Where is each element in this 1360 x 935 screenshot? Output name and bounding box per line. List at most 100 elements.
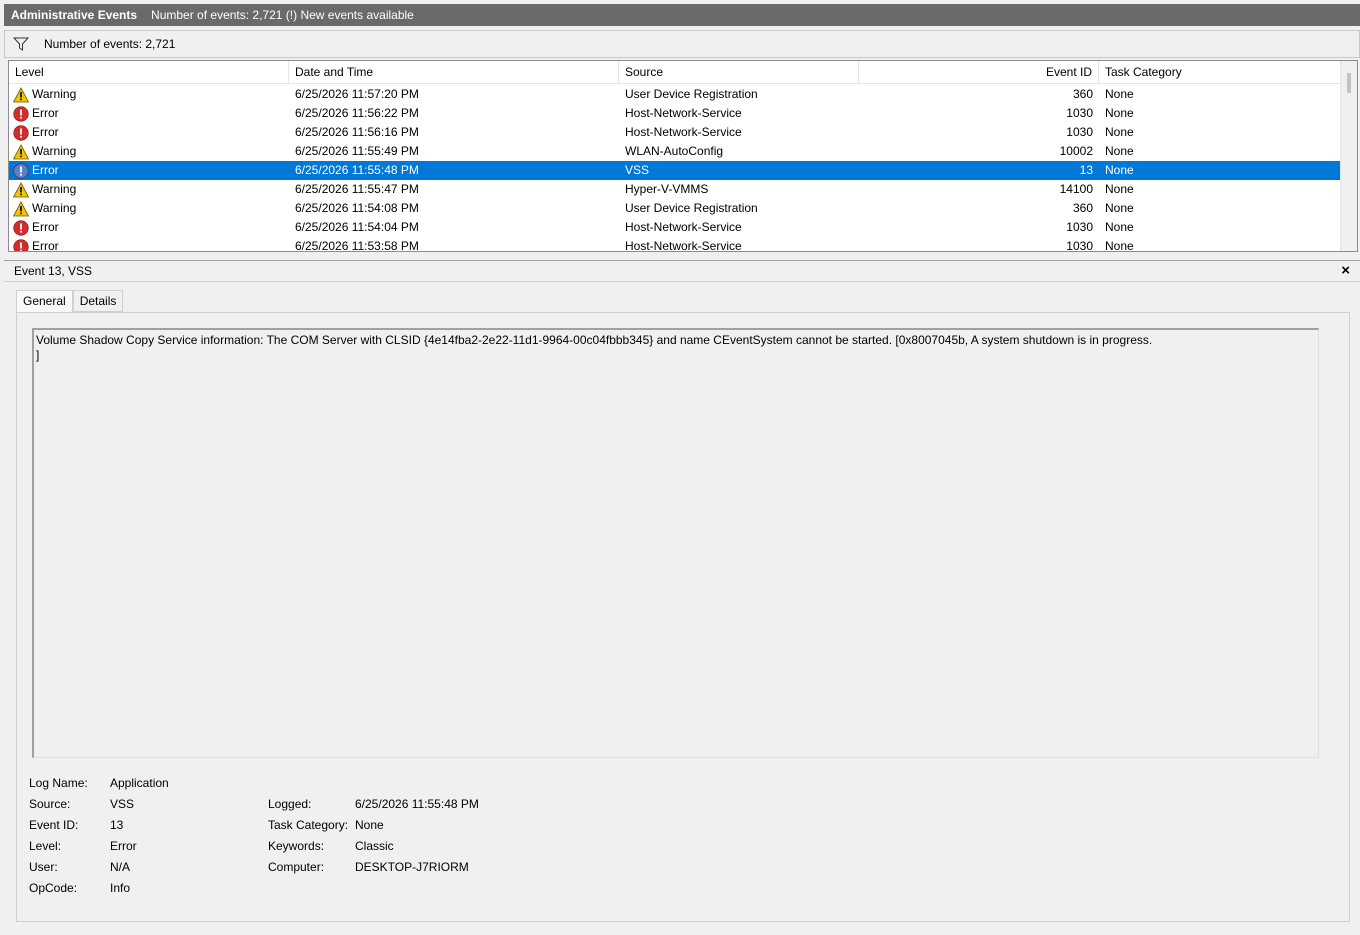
column-header-level[interactable]: Level: [9, 61, 289, 84]
source-cell: Host-Network-Service: [625, 125, 742, 139]
source-cell: WLAN-AutoConfig: [625, 144, 724, 158]
event-message-box[interactable]: Volume Shadow Copy Service information: …: [32, 328, 1319, 758]
user-label: User:: [29, 860, 58, 874]
detail-header: Event 13, VSS ×: [4, 260, 1360, 282]
opcode-label: OpCode:: [29, 881, 78, 895]
scrollbar-thumb[interactable]: [1347, 73, 1351, 93]
source-cell: Host-Network-Service: [625, 106, 742, 120]
error-icon: [13, 124, 29, 141]
grid-rows: Warning 6/25/2026 11:57:20 PM User Device …: [9, 85, 1341, 252]
event-id-cell: 1030: [1066, 239, 1093, 252]
date-cell: 6/25/2026 11:55:49 PM: [295, 144, 419, 158]
event-id-label: Event ID:: [29, 818, 79, 832]
warning-icon: [12, 143, 30, 160]
table-row[interactable]: Error 6/25/2026 11:54:04 PM Host-Network-S…: [9, 218, 1341, 237]
error-icon: [13, 162, 29, 179]
date-cell: 6/25/2026 11:56:16 PM: [295, 125, 419, 139]
table-row[interactable]: Error 6/25/2026 11:56:16 PM Host-Network-S…: [9, 123, 1341, 142]
level-cell: Warning: [9, 142, 289, 161]
log-name-label: Log Name:: [29, 776, 88, 790]
level-label: Error: [32, 161, 59, 180]
grid-scrollbar[interactable]: [1340, 61, 1357, 251]
computer-value: DESKTOP-J7RIORM: [355, 860, 469, 874]
event-id-cell: 360: [1072, 201, 1093, 215]
opcode-value: Info: [110, 881, 131, 895]
level-label: Level:: [29, 839, 62, 853]
level-label: Warning: [32, 87, 77, 101]
source-label: Source:: [29, 797, 71, 811]
log-name-value: Application: [110, 776, 169, 790]
level-cell: Error: [9, 161, 289, 180]
general-tab-panel: Volume Shadow Copy Service information: …: [16, 312, 1350, 922]
panel-title: Administrative Events: [11, 8, 138, 22]
table-row[interactable]: Warning 6/25/2026 11:55:47 PM Hyper-V-VMMS…: [9, 180, 1341, 199]
event-id-cell: 1030: [1066, 125, 1093, 139]
column-header-date[interactable]: Date and Time: [289, 61, 619, 84]
source-cell: Hyper-V-VMMS: [625, 182, 709, 196]
table-row[interactable]: Error 6/25/2026 11:56:22 PM Host-Network-S…: [9, 104, 1341, 123]
source-cell: User Device Registration: [625, 87, 758, 101]
level-cell: Warning: [9, 199, 289, 218]
column-header-task-category[interactable]: Task Category: [1099, 61, 1341, 84]
task-category-cell: None: [1105, 125, 1134, 139]
source-cell: Host-Network-Service: [625, 220, 742, 234]
table-row[interactable]: Warning 6/25/2026 11:54:08 PM User Device …: [9, 199, 1341, 218]
level-label: Error: [32, 125, 59, 139]
warning-icon: [12, 181, 30, 198]
user-value: N/A: [110, 860, 131, 874]
level-cell: Error: [9, 123, 289, 142]
level-label: Error: [32, 239, 59, 252]
table-row[interactable]: Warning 6/25/2026 11:57:20 PM User Device …: [9, 85, 1341, 104]
task-category-cell: None: [1099, 161, 1341, 180]
tab-details[interactable]: Details: [72, 290, 124, 312]
task-category-cell: None: [1105, 201, 1134, 215]
close-icon[interactable]: ×: [1341, 262, 1350, 279]
date-cell: 6/25/2026 11:55:48 PM: [289, 161, 619, 180]
table-row[interactable]: Warning 6/25/2026 11:55:49 PM WLAN-AutoCon…: [9, 142, 1341, 161]
source-cell: VSS: [619, 161, 859, 180]
task-category-cell: None: [1105, 144, 1134, 158]
date-cell: 6/25/2026 11:54:08 PM: [295, 201, 419, 215]
task-category-cell: None: [1105, 182, 1134, 196]
level-label: Warning: [32, 182, 77, 196]
logged-value: 6/25/2026 11:55:48 PM: [355, 797, 479, 811]
keywords-value: Classic: [355, 839, 394, 853]
grid-header: Level Date and Time Source Event ID Task…: [9, 61, 1349, 84]
date-cell: 6/25/2026 11:56:22 PM: [295, 106, 419, 120]
panel-titlebar: Administrative Events Number of events: …: [4, 4, 1360, 26]
task-category-cell: None: [1105, 87, 1134, 101]
level-cell: Error: [9, 218, 289, 237]
table-row[interactable]: Error 6/25/2026 11:55:48 PM VSS 13 None: [9, 161, 1341, 180]
level-value: Error: [110, 839, 137, 853]
task-category-label: Task Category:: [268, 818, 349, 832]
column-header-source[interactable]: Source: [619, 61, 859, 84]
level-cell: Warning: [9, 85, 289, 104]
error-icon: [13, 219, 29, 236]
filter-event-count: Number of events: 2,721: [44, 37, 176, 51]
level-label: Error: [32, 220, 59, 234]
source-cell: Host-Network-Service: [625, 239, 742, 252]
detail-title: Event 13, VSS: [14, 264, 93, 278]
warning-icon: [12, 200, 30, 217]
event-id-cell: 13: [859, 161, 1099, 180]
level-cell: Warning: [9, 180, 289, 199]
tab-general[interactable]: General: [16, 290, 73, 313]
level-cell: Error: [9, 104, 289, 123]
events-grid[interactable]: Level Date and Time Source Event ID Task…: [8, 60, 1358, 252]
filter-icon[interactable]: [12, 37, 30, 51]
event-id-cell: 1030: [1066, 220, 1093, 234]
table-row[interactable]: Error 6/25/2026 11:53:58 PM Host-Network-S…: [9, 237, 1341, 252]
keywords-label: Keywords:: [268, 839, 325, 853]
task-category-cell: None: [1105, 239, 1134, 252]
error-icon: [13, 105, 29, 122]
filter-bar: Number of events: 2,721: [4, 30, 1360, 58]
error-icon: [13, 238, 29, 251]
column-header-event-id[interactable]: Event ID: [859, 61, 1099, 84]
panel-event-count[interactable]: Number of events: 2,721 (!) New events a…: [151, 8, 414, 22]
date-cell: 6/25/2026 11:53:58 PM: [295, 239, 419, 252]
event-id-value: 13: [110, 818, 124, 832]
logged-label: Logged:: [268, 797, 312, 811]
warning-icon: [12, 86, 30, 103]
detail-tabs: General Details: [16, 290, 124, 313]
computer-label: Computer:: [268, 860, 325, 874]
